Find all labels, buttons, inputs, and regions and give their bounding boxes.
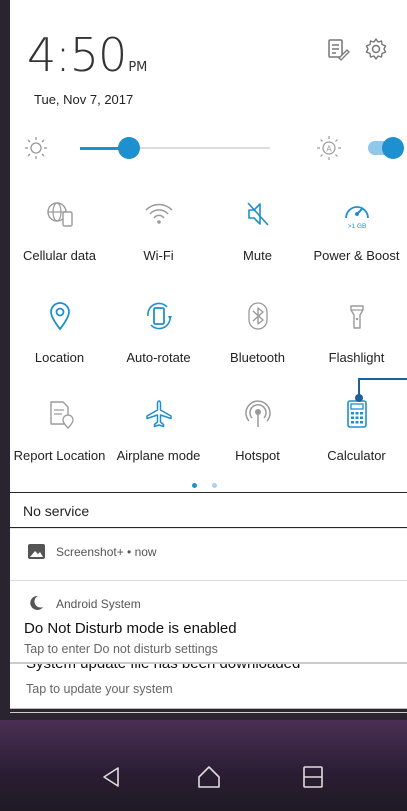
carrier-status: No service [10, 493, 407, 527]
edit-notes-icon[interactable] [326, 37, 350, 61]
flashlight-icon [349, 305, 364, 329]
recents-icon[interactable] [298, 762, 328, 792]
gear-icon[interactable] [364, 37, 388, 61]
date-label[interactable]: Tue, Nov 7, 2017 [34, 92, 133, 107]
brightness-low-icon [25, 137, 47, 159]
notification-stack-edge [10, 712, 407, 713]
tile-wi-fi[interactable]: Wi-Fi [109, 198, 208, 278]
globe-phone-icon [46, 202, 73, 227]
auto-brightness-toggle[interactable] [368, 137, 404, 159]
airplane-icon [145, 400, 172, 428]
notification-system-update[interactable]: System update file has been downloaded T… [10, 662, 407, 708]
tile-location[interactable]: Location [10, 300, 109, 380]
boost-gauge-icon: >1 GB [344, 206, 369, 230]
page-dot-active[interactable] [192, 483, 197, 488]
bluetooth-icon [247, 302, 268, 330]
toggle-knob [382, 137, 404, 159]
notification-stack-edge [10, 708, 407, 709]
image-icon [28, 544, 45, 559]
page-dot[interactable] [212, 483, 217, 488]
notification-subtitle: Tap to update your system [26, 682, 173, 696]
tile-report-location[interactable]: Report Location [10, 398, 109, 478]
clock-ampm: PM [128, 60, 148, 75]
tile-calculator[interactable]: Calculator [307, 398, 406, 478]
navigation-bar [0, 740, 407, 811]
wifi-icon [144, 203, 173, 224]
brightness-row: A [10, 128, 407, 168]
notification-app-name: Android System [56, 597, 141, 611]
auto-rotate-icon [146, 302, 172, 330]
quick-settings-panel: 4:50 PM Tue, Nov 7, 2017 A Cellular data… [10, 0, 407, 492]
notification-subtitle: Tap to enter Do not disturb settings [24, 642, 218, 656]
notification-title: System update file has been downloaded [26, 662, 301, 672]
tile-cellular-data[interactable]: Cellular data [10, 198, 109, 278]
home-icon[interactable] [194, 762, 224, 792]
hotspot-icon [244, 400, 271, 427]
brightness-slider-thumb[interactable] [118, 137, 141, 159]
tile-hotspot[interactable]: Hotspot [208, 398, 307, 478]
callout-pointer [355, 378, 407, 402]
report-location-icon [49, 401, 74, 429]
notification-screenshot[interactable]: Screenshot+ • now [10, 528, 407, 581]
svg-text:A: A [326, 145, 332, 154]
tile-power-boost[interactable]: >1 GB Power & Boost [307, 198, 406, 278]
clock-time: 4:50 [27, 28, 127, 82]
tile-label: Power & Boost [313, 248, 400, 263]
tile-airplane-mode[interactable]: Airplane mode [109, 398, 208, 478]
tile-label: Flashlight [328, 350, 385, 365]
tile-flashlight[interactable]: Flashlight [307, 300, 406, 380]
notification-title: Do Not Disturb mode is enabled [24, 620, 237, 637]
back-triangle-icon[interactable] [96, 762, 126, 792]
clock[interactable]: 4:50 PM [27, 32, 147, 78]
tile-mute[interactable]: Mute [208, 198, 307, 278]
panel-header: 4:50 PM Tue, Nov 7, 2017 [10, 0, 407, 120]
moon-icon [30, 595, 43, 610]
location-pin-icon [49, 302, 70, 331]
notification-dnd[interactable]: Android System Do Not Disturb mode is en… [10, 580, 407, 666]
no-service-label: No service [23, 503, 90, 519]
tile-bluetooth[interactable]: Bluetooth [208, 300, 307, 380]
tile-auto-rotate[interactable]: Auto-rotate [109, 300, 208, 380]
svg-text:>1 GB: >1 GB [347, 223, 366, 230]
tile-label: Calculator [327, 448, 386, 463]
mute-icon [246, 202, 269, 226]
auto-brightness-icon: A [317, 136, 341, 160]
notification-app-name: Screenshot+ • now [56, 545, 157, 559]
